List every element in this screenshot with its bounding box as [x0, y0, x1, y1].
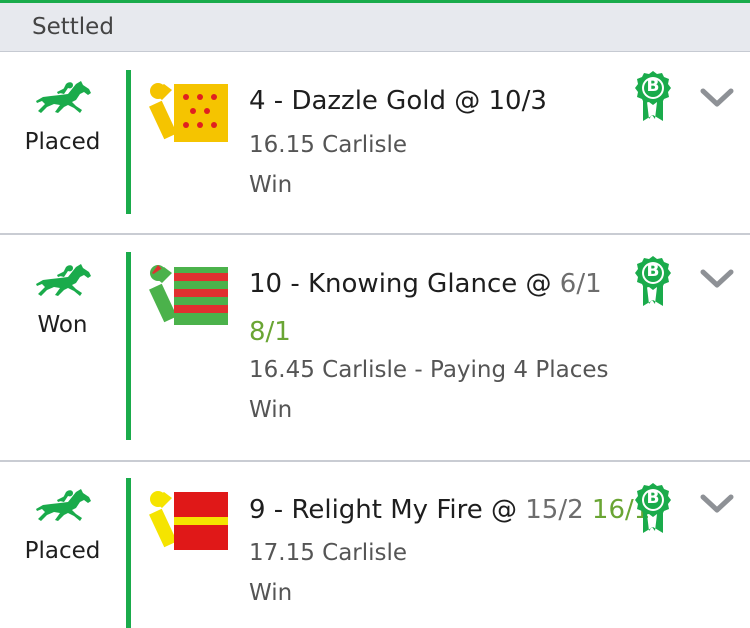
odds-original: 6/1 [559, 269, 602, 299]
odds-current: 10/3 [488, 86, 547, 116]
race-info: 16.45 Carlisle - Paying 4 Places [249, 357, 609, 383]
odds-original: 15/2 [525, 495, 584, 525]
bet-market: Win [249, 172, 293, 198]
racehorse-icon [36, 488, 92, 524]
race-info: 16.15 Carlisle [249, 132, 408, 158]
bet-market: Win [249, 580, 293, 606]
badge-letter: B [646, 261, 660, 281]
jockey-silks-icon [149, 491, 228, 550]
bet-card[interactable]: Placed 4 - Dazzle Gold @ 10/3 16.15 Carl… [0, 52, 750, 235]
selection-title: 10 - Knowing Glance @ 6/1 [249, 269, 602, 299]
chevron-down-icon[interactable] [700, 493, 734, 515]
selection-name: 10 - Knowing Glance [249, 269, 518, 299]
race-info: 17.15 Carlisle [249, 540, 408, 566]
section-title: Settled [32, 14, 114, 40]
badge-letter: B [646, 488, 660, 508]
at-symbol: @ [525, 269, 552, 299]
odds-current: 8/1 [249, 317, 291, 347]
chevron-down-icon[interactable] [700, 268, 734, 290]
jockey-silks-icon [149, 265, 228, 325]
status-bar [126, 70, 131, 214]
selection-title: 9 - Relight My Fire @ 15/2 16/1 [249, 495, 650, 525]
selection-title: 4 - Dazzle Gold @ 10/3 [249, 86, 547, 116]
racehorse-icon [36, 80, 92, 116]
badge-letter: B [646, 76, 660, 96]
bet-status: Won [37, 312, 88, 338]
bet-card[interactable]: Won 10 - Knowing Glance @ 6/1 8/1 16.45 … [0, 235, 750, 462]
status-bar [126, 252, 131, 440]
status-bar [126, 478, 131, 628]
bet-market: Win [249, 397, 293, 423]
section-header: Settled [0, 3, 750, 52]
selection-name: 9 - Relight My Fire [249, 495, 483, 525]
jockey-silks-icon [149, 83, 228, 142]
bet-status: Placed [24, 538, 101, 564]
at-symbol: @ [454, 86, 481, 116]
bet-status: Placed [24, 129, 101, 155]
selection-name: 4 - Dazzle Gold [249, 86, 446, 116]
chevron-down-icon[interactable] [700, 87, 734, 109]
bet-card[interactable]: Placed 9 - Relight My Fire @ 15/2 16/1 1… [0, 462, 750, 628]
at-symbol: @ [491, 495, 517, 525]
racehorse-icon [36, 263, 92, 299]
